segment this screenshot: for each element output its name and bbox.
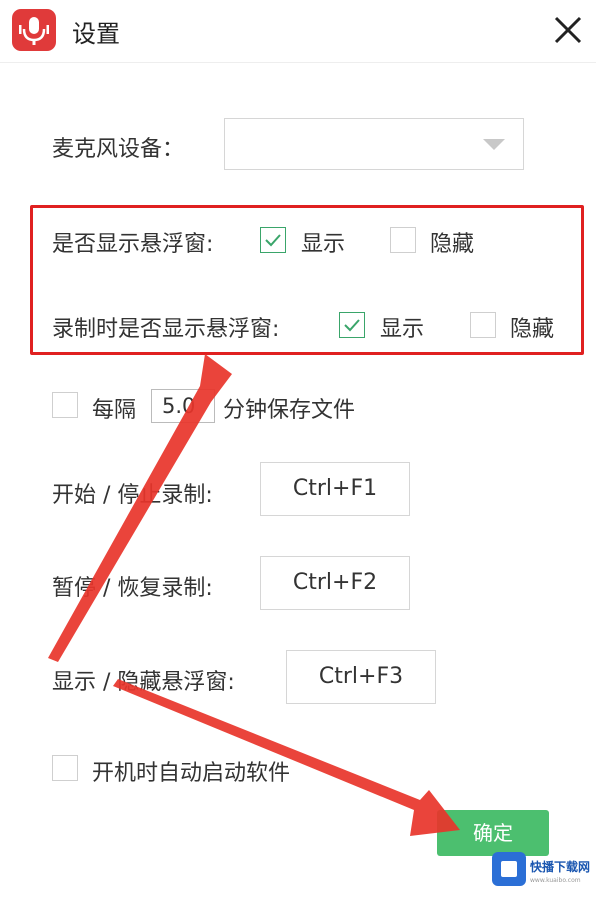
record-float-show-label[interactable]: 显示 (380, 311, 424, 343)
autostart-label: 开机时自动启动软件 (92, 761, 291, 786)
autosave-interval-input[interactable]: 5.0 (151, 389, 215, 423)
watermark-logo-icon (492, 852, 526, 886)
float-window-hide-label[interactable]: 隐藏 (430, 226, 474, 258)
autosave-prefix: 每隔 (92, 398, 137, 423)
close-icon[interactable] (550, 12, 586, 48)
record-float-show-checkbox[interactable] (339, 312, 365, 338)
record-float-hide-label[interactable]: 隐藏 (510, 311, 554, 343)
window-title: 设置 (72, 20, 120, 48)
microphone-app-icon (12, 9, 56, 51)
float-window-hide-checkbox[interactable] (390, 227, 416, 253)
record-float-hide-checkbox[interactable] (470, 312, 496, 338)
watermark-text: 快播下载网 (530, 860, 591, 874)
record-float-window-label: 录制时是否显示悬浮窗: (52, 317, 280, 342)
title-bar: 设置 (0, 0, 596, 63)
mic-device-select[interactable] (224, 118, 524, 170)
autosave-suffix: 分钟保存文件 (223, 398, 356, 423)
hotkey-show-hide-float-input[interactable]: Ctrl+F3 (286, 650, 436, 704)
watermark: 快播下载网 www.kuaibo.com (492, 852, 592, 896)
hotkey-start-stop-label: 开始 / 停止录制: (52, 483, 213, 508)
chevron-down-icon (483, 139, 505, 150)
autosave-checkbox[interactable] (52, 392, 78, 418)
autostart-checkbox[interactable] (52, 755, 78, 781)
float-window-show-checkbox[interactable] (260, 227, 286, 253)
watermark-url: www.kuaibo.com (530, 877, 581, 884)
hotkey-show-hide-float-label: 显示 / 隐藏悬浮窗: (52, 670, 235, 695)
confirm-button[interactable]: 确定 (437, 810, 549, 856)
hotkey-pause-resume-input[interactable]: Ctrl+F2 (260, 556, 410, 610)
mic-device-label: 麦克风设备： (52, 137, 185, 162)
float-window-label: 是否显示悬浮窗: (52, 232, 214, 257)
check-icon (344, 319, 360, 332)
float-window-show-label[interactable]: 显示 (301, 226, 345, 258)
hotkey-start-stop-input[interactable]: Ctrl+F1 (260, 462, 410, 516)
check-icon (265, 234, 281, 247)
hotkey-pause-resume-label: 暂停 / 恢复录制: (52, 576, 213, 601)
